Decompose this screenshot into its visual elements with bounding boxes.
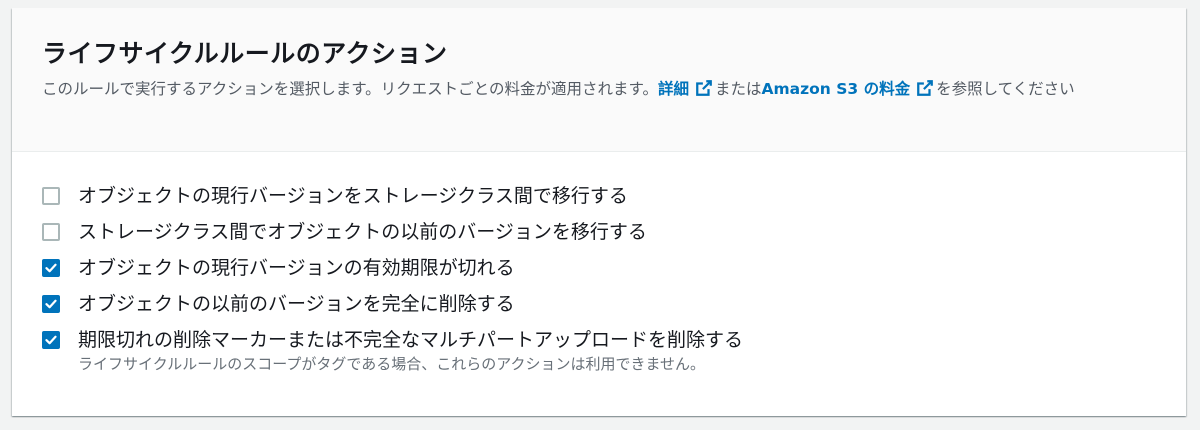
checkbox[interactable] bbox=[42, 223, 60, 241]
check-icon bbox=[45, 335, 57, 345]
option-help-text: ライフサイクルルールのスコープがタグである場合、これらのアクションは利用できませ… bbox=[78, 355, 706, 373]
option-label[interactable]: ストレージクラス間でオブジェクトの以前のバージョンを移行する bbox=[78, 220, 647, 244]
checkbox[interactable] bbox=[42, 259, 60, 277]
check-icon bbox=[45, 263, 57, 273]
description-prefix: このルールで実行するアクションを選択します。リクエストごとの料金が適用されます。 bbox=[42, 80, 658, 98]
panel-title: ライフサイクルルールのアクション bbox=[42, 39, 448, 68]
details-link[interactable]: 詳細 bbox=[658, 80, 715, 98]
option-label[interactable]: オブジェクトの現行バージョンをストレージクラス間で移行する bbox=[78, 184, 628, 208]
external-link-icon bbox=[696, 80, 712, 96]
checkbox[interactable] bbox=[42, 187, 60, 205]
option-label[interactable]: オブジェクトの以前のバージョンを完全に削除する bbox=[78, 292, 515, 316]
pricing-link[interactable]: Amazon S3 の料金 bbox=[762, 80, 937, 98]
option-label[interactable]: オブジェクトの現行バージョンの有効期限が切れる bbox=[78, 256, 515, 280]
details-link-label: 詳細 bbox=[657, 80, 689, 98]
option-label[interactable]: 期限切れの削除マーカーまたは不完全なマルチパートアップロードを削除する bbox=[78, 328, 743, 352]
lifecycle-actions-panel: ライフサイクルルールのアクション このルールで実行するアクションを選択します。リ… bbox=[12, 8, 1186, 416]
check-icon bbox=[45, 299, 57, 309]
panel-description: このルールで実行するアクションを選択します。リクエストごとの料金が適用されます。… bbox=[42, 77, 1152, 101]
external-link-icon bbox=[917, 80, 933, 96]
pricing-link-label: Amazon S3 の料金 bbox=[761, 80, 911, 98]
checkbox[interactable] bbox=[42, 331, 60, 349]
checkbox[interactable] bbox=[42, 295, 60, 313]
or-text: または bbox=[715, 80, 762, 98]
panel-header: ライフサイクルルールのアクション このルールで実行するアクションを選択します。リ… bbox=[12, 8, 1186, 152]
description-suffix: を参照してください bbox=[936, 80, 1075, 98]
